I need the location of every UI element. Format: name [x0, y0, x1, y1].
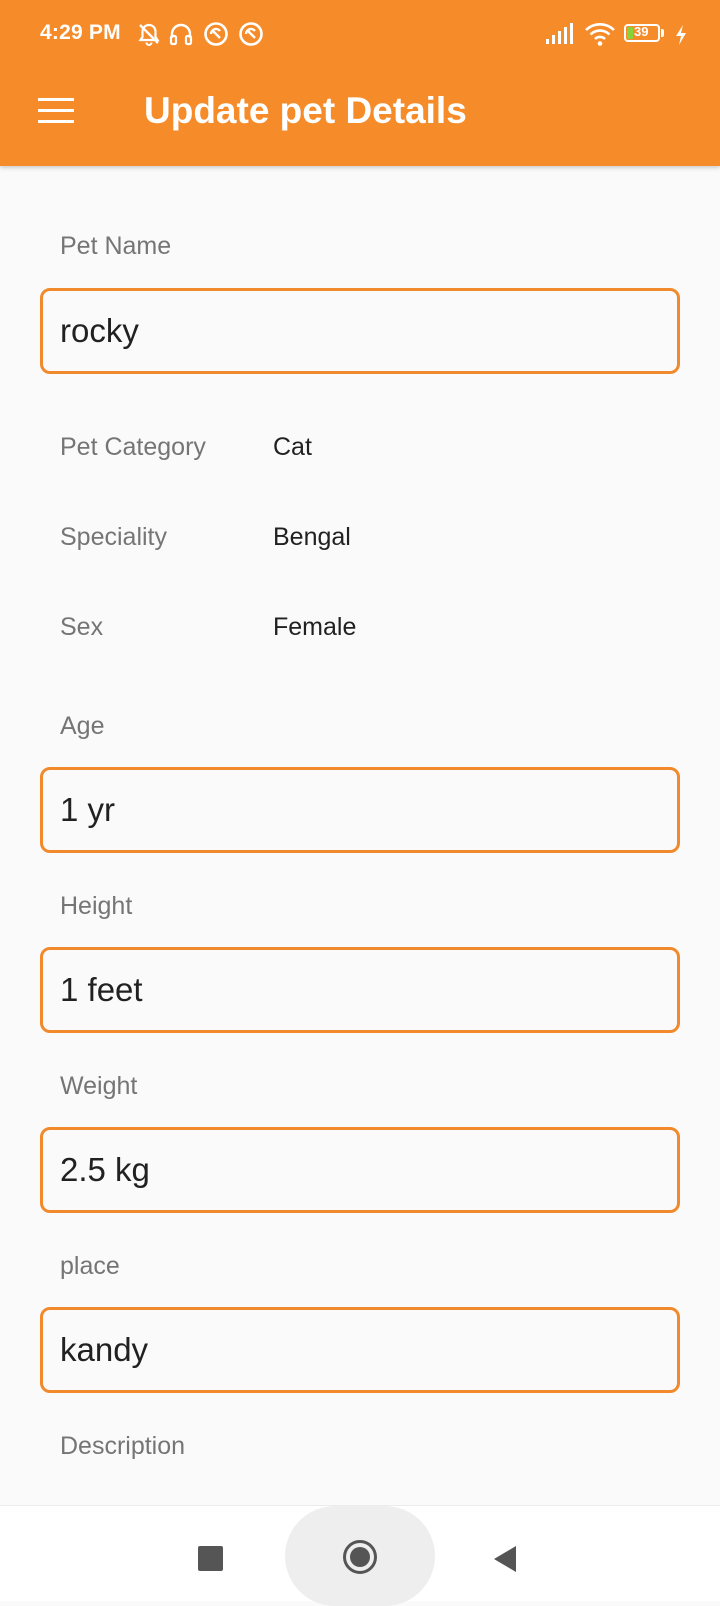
- back-icon[interactable]: [494, 1546, 516, 1572]
- vpn-icon: [204, 22, 228, 46]
- app-bar: 4:29 PM 39 Update pet Details: [0, 0, 720, 166]
- age-label: Age: [60, 712, 105, 740]
- pet-name-field[interactable]: [40, 288, 680, 374]
- page-title: Update pet Details: [144, 90, 467, 131]
- battery-level: 39: [634, 24, 649, 39]
- charging-icon: [676, 25, 686, 45]
- speciality-value: Bengal: [273, 523, 351, 551]
- place-field[interactable]: [40, 1307, 680, 1393]
- status-time: 4:29 PM: [40, 21, 121, 44]
- pet-name-input[interactable]: [60, 291, 660, 371]
- signal-icon: [546, 23, 573, 44]
- weight-label: Weight: [60, 1072, 138, 1100]
- place-input[interactable]: [60, 1310, 660, 1390]
- height-input[interactable]: [60, 950, 660, 1030]
- battery-icon: 39: [624, 24, 660, 42]
- vpn-icon: [239, 22, 263, 46]
- status-bar: 4:29 PM 39: [0, 0, 720, 70]
- description-label: Description: [60, 1432, 186, 1460]
- height-label: Height: [60, 892, 133, 920]
- hamburger-menu-icon[interactable]: [36, 96, 76, 126]
- battery-tip: [661, 29, 664, 37]
- headset-icon: [169, 23, 193, 46]
- sex-value: Female: [273, 613, 357, 641]
- height-field[interactable]: [40, 947, 680, 1033]
- muted-alarm-icon: [138, 23, 160, 46]
- wifi-icon: [585, 23, 615, 46]
- pet-category-label: Pet Category: [60, 433, 206, 461]
- age-input[interactable]: [60, 770, 660, 850]
- age-field[interactable]: [40, 767, 680, 853]
- place-label: place: [60, 1252, 120, 1280]
- sex-label: Sex: [60, 613, 104, 641]
- system-nav-bar: [0, 1505, 720, 1606]
- speciality-label: Speciality: [60, 523, 167, 551]
- pet-name-label: Pet Name: [60, 232, 172, 260]
- recent-apps-icon[interactable]: [198, 1546, 223, 1571]
- home-icon[interactable]: [343, 1540, 377, 1574]
- weight-input[interactable]: [60, 1130, 660, 1210]
- weight-field[interactable]: [40, 1127, 680, 1213]
- pet-category-value: Cat: [273, 433, 312, 461]
